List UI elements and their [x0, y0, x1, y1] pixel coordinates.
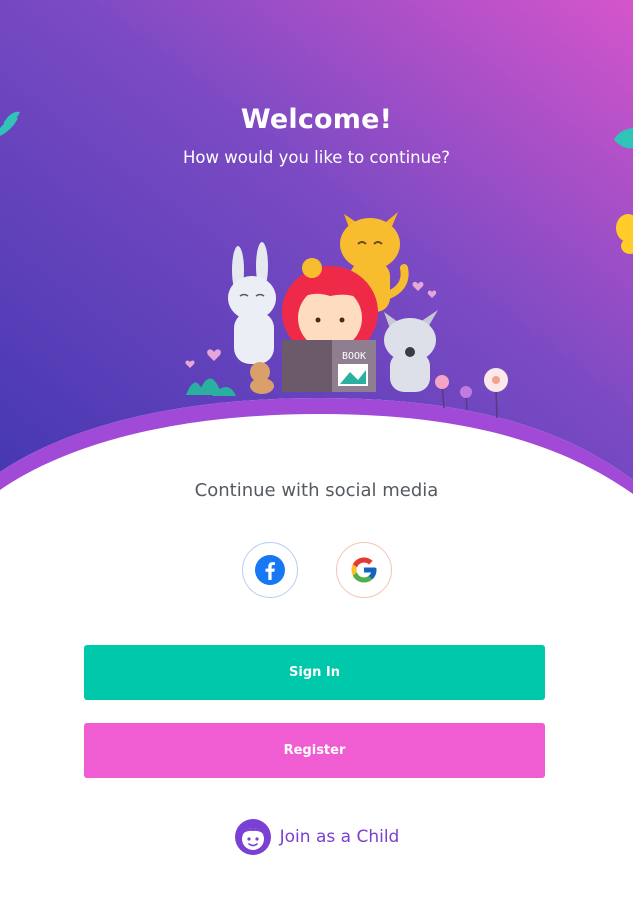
join-as-child-link[interactable]: Join as a Child: [0, 818, 633, 856]
child-face-icon: [234, 819, 271, 855]
hero-illustration: BOOK: [0, 0, 633, 494]
facebook-icon: [254, 555, 285, 585]
welcome-title: Welcome!: [240, 104, 393, 135]
sign-in-button[interactable]: Sign In: [84, 645, 545, 700]
hero-header: BOOK: [0, 0, 633, 520]
google-icon: [351, 557, 376, 583]
google-login-button[interactable]: [335, 542, 392, 598]
register-button[interactable]: Register: [84, 723, 545, 778]
welcome-subtitle: How would you like to continue?: [183, 148, 450, 167]
social-media-label: Continue with social media: [194, 480, 439, 501]
social-buttons-row: [0, 542, 633, 598]
book-label: BOOK: [342, 351, 366, 362]
facebook-login-button[interactable]: [241, 542, 298, 598]
join-as-child-label: Join as a Child: [279, 827, 400, 847]
